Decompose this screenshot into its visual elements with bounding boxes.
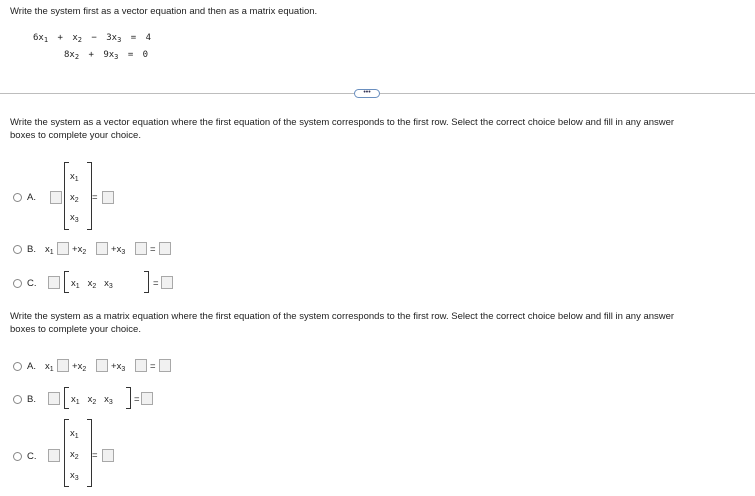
- part1-c-equals: =: [153, 278, 159, 289]
- part1-option-c-radio[interactable]: [13, 279, 22, 288]
- part2-c-left-bracket: [64, 419, 69, 487]
- part1-prompt-line2: boxes to complete your choice.: [10, 130, 141, 141]
- part2-c-answer-box-1[interactable]: [48, 449, 60, 462]
- part2-option-a-radio[interactable]: [13, 362, 22, 371]
- part2-a-x1: x1: [45, 361, 54, 373]
- part2-a-answer-box-1[interactable]: [57, 359, 69, 372]
- part1-b-plus-x2: +x2: [72, 244, 87, 256]
- part1-option-c-label: C.: [27, 278, 37, 289]
- part2-c-x3: x3: [70, 470, 79, 482]
- part1-b-answer-box-4[interactable]: [159, 242, 171, 255]
- part1-b-plus-x3: +x3: [111, 244, 126, 256]
- part2-a-answer-box-2[interactable]: [96, 359, 108, 372]
- part1-a-x3: x3: [70, 212, 79, 224]
- part2-b-left-bracket: [64, 387, 69, 409]
- part1-a-equals: =: [92, 192, 98, 203]
- instruction-text: Write the system first as a vector equat…: [10, 6, 318, 17]
- part1-b-answer-box-3[interactable]: [135, 242, 147, 255]
- part1-option-a-label: A.: [27, 192, 36, 203]
- part2-c-x2: x2: [70, 449, 79, 461]
- part2-option-b-label: B.: [27, 394, 36, 405]
- part1-c-answer-box-2[interactable]: [161, 276, 173, 289]
- part2-c-x1: x1: [70, 428, 79, 440]
- part2-b-answer-box-1[interactable]: [48, 392, 60, 405]
- part2-a-plus-x3: +x3: [111, 361, 126, 373]
- part1-b-answer-box-2[interactable]: [96, 242, 108, 255]
- part1-a-x1: x1: [70, 171, 79, 183]
- part2-b-right-bracket: [126, 387, 131, 409]
- part1-b-answer-box-1[interactable]: [57, 242, 69, 255]
- part2-b-answer-box-2[interactable]: [141, 392, 153, 405]
- part1-option-b-label: B.: [27, 244, 36, 255]
- part2-option-c-label: C.: [27, 451, 37, 462]
- part2-a-answer-box-4[interactable]: [159, 359, 171, 372]
- part2-a-equals: =: [150, 361, 156, 372]
- part2-option-b-radio[interactable]: [13, 395, 22, 404]
- part1-a-answer-box-2[interactable]: [102, 191, 114, 204]
- part1-c-right-bracket: [144, 271, 149, 293]
- part1-b-equals: =: [150, 244, 156, 255]
- part1-option-a-radio[interactable]: [13, 193, 22, 202]
- part1-option-b-radio[interactable]: [13, 245, 22, 254]
- part2-option-c-radio[interactable]: [13, 452, 22, 461]
- part1-c-row-vector: x1 x2 x3: [71, 278, 113, 290]
- part2-b-row-vector: x1 x2 x3: [71, 394, 113, 406]
- part2-prompt-line2: boxes to complete your choice.: [10, 324, 141, 335]
- part1-prompt-line1: Write the system as a vector equation wh…: [10, 117, 675, 128]
- system-equation-2: 8x2 + 9x3 = 0: [64, 50, 149, 61]
- part2-b-equals: =: [134, 394, 140, 405]
- part2-prompt-line1: Write the system as a matrix equation wh…: [10, 311, 675, 322]
- part2-c-equals: =: [92, 450, 98, 461]
- more-button[interactable]: •••: [354, 89, 380, 98]
- part1-a-x2: x2: [70, 192, 79, 204]
- part2-a-plus-x2: +x2: [72, 361, 87, 373]
- part2-option-a-label: A.: [27, 361, 36, 372]
- part1-b-x1: x1: [45, 244, 54, 256]
- part1-c-left-bracket: [64, 271, 69, 293]
- part1-a-answer-box-1[interactable]: [50, 191, 62, 204]
- part1-a-left-bracket: [64, 162, 69, 230]
- part2-c-answer-box-2[interactable]: [102, 449, 114, 462]
- part2-a-answer-box-3[interactable]: [135, 359, 147, 372]
- system-equation-1: 6x1 + x2 − 3x3 = 4: [33, 33, 151, 44]
- part1-c-answer-box-1[interactable]: [48, 276, 60, 289]
